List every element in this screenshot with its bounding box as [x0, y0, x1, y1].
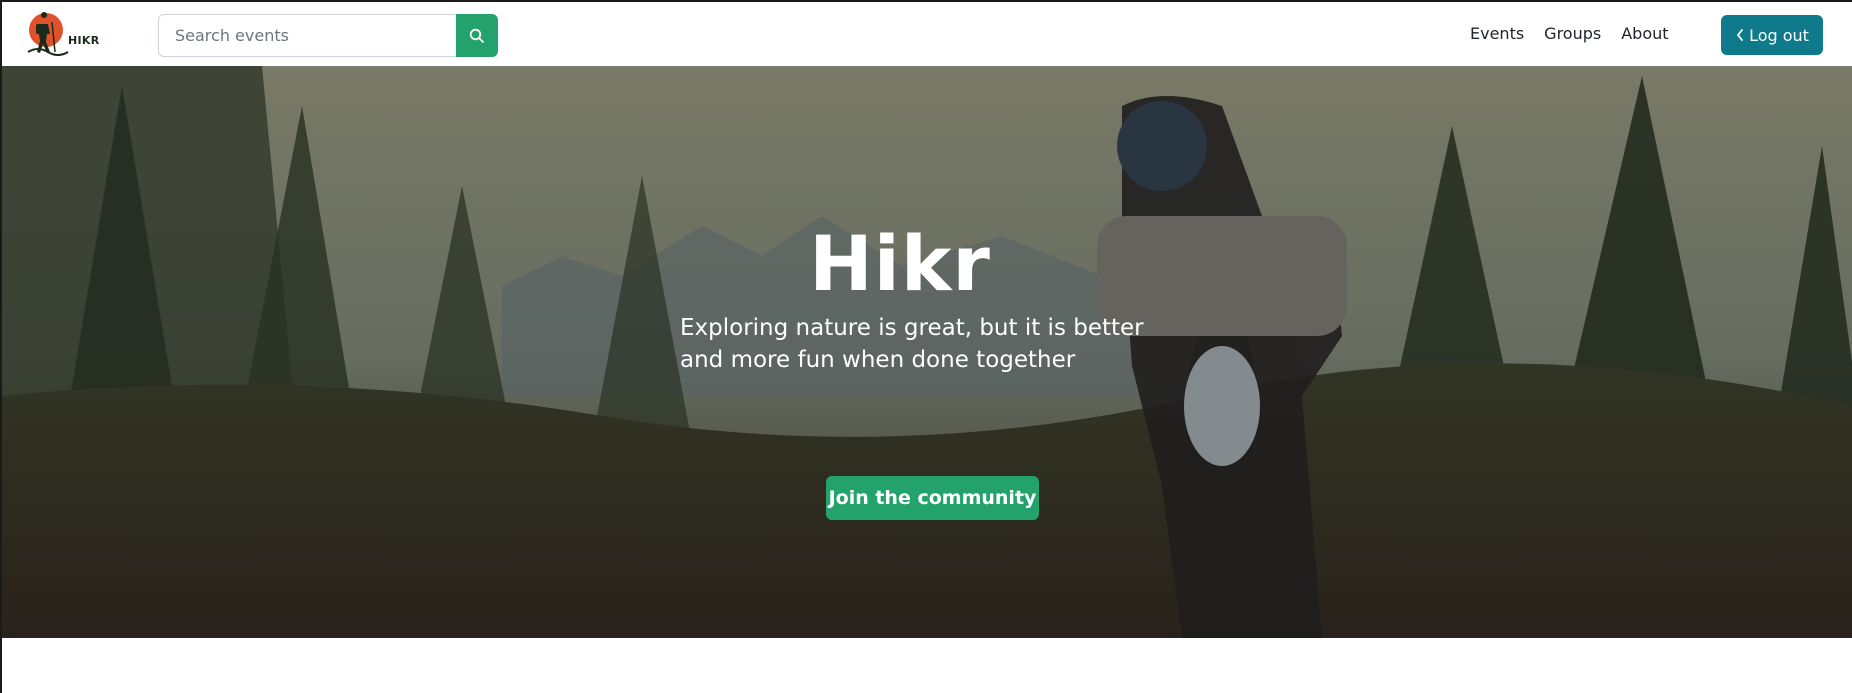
hero-title: Hikr [809, 219, 991, 308]
join-community-button[interactable]: Join the community [826, 476, 1039, 520]
hero-content: Hikr Exploring nature is great, but it i… [680, 226, 1200, 520]
chevron-left-icon [1737, 29, 1743, 41]
logout-label: Log out [1749, 25, 1809, 45]
nav-link-groups[interactable]: Groups [1544, 24, 1601, 43]
logout-button[interactable]: Log out [1721, 15, 1823, 55]
nav-link-events[interactable]: Events [1470, 24, 1524, 43]
brand-logo[interactable]: HIKR [26, 11, 106, 59]
hero-subtitle: Exploring nature is great, but it is bet… [680, 315, 1144, 373]
search-icon [469, 28, 484, 43]
search-bar [158, 14, 498, 57]
main-nav: Events Groups About [1470, 24, 1669, 43]
search-button[interactable] [456, 14, 498, 57]
nav-link-about[interactable]: About [1621, 24, 1668, 43]
brand-name: HIKR [68, 33, 100, 47]
hero-banner: Hikr Exploring nature is great, but it i… [2, 66, 1852, 638]
hiker-logo-icon [27, 12, 69, 56]
navbar: HIKR Events Groups About Log out [2, 2, 1852, 66]
search-input[interactable] [158, 14, 456, 57]
